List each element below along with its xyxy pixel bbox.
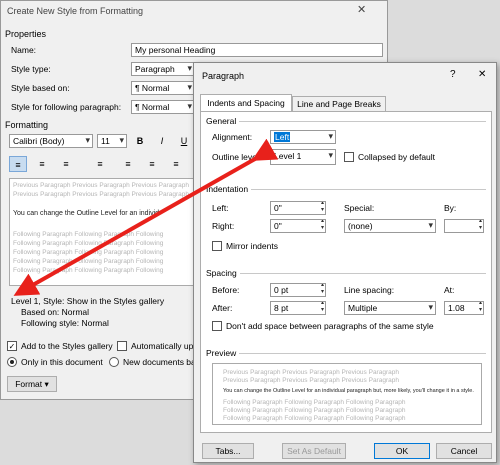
annotation-arrow xyxy=(13,138,279,296)
red-double-arrow xyxy=(13,138,279,296)
